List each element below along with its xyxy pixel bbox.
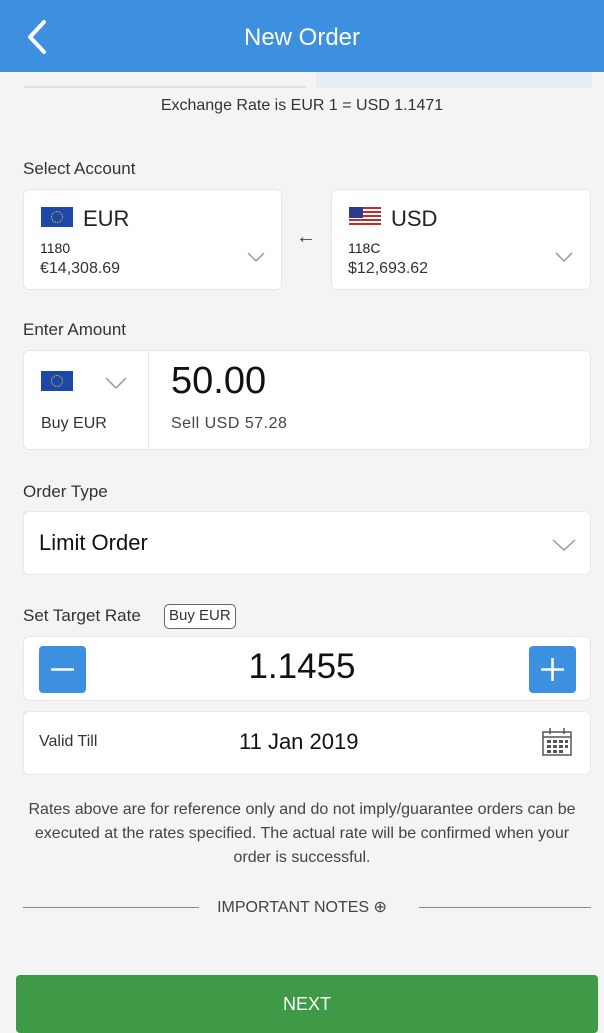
minus-icon [51,668,74,671]
to-account-balance: $12,693.62 [348,260,429,277]
valid-till-date[interactable]: 11 Jan 2019 [239,729,358,755]
calendar-icon[interactable] [541,727,573,762]
target-rate-value[interactable]: 1.1455 [148,647,456,687]
target-rate-badge[interactable]: Buy EUR [164,604,236,629]
sell-amount-text: Sell USD 57.28 [171,415,288,432]
disclaimer-text: Rates above are for reference only and d… [28,801,576,866]
to-currency: USD [391,206,438,231]
from-currency: EUR [83,206,130,231]
select-account-label: Select Account [23,159,136,178]
eu-flag-icon[interactable] [41,371,73,391]
page-title: New Order [243,24,361,51]
increase-rate-button[interactable] [529,646,576,693]
tab-strip-left [24,72,306,88]
expand-plus-icon[interactable]: ⊕ [374,899,387,916]
exchange-rate-text: Exchange Rate is EUR 1 = USD 1.1471 [160,97,444,114]
chevron-down-icon[interactable] [246,250,266,268]
app-header: New Order [0,0,604,72]
important-notes-toggle[interactable]: IMPORTANT NOTES ⊕ [0,897,604,917]
valid-till-label: Valid Till [39,733,98,750]
order-type-label: Order Type [23,482,108,501]
to-account-card[interactable]: USD 118C $12,693.62 [331,189,591,290]
from-account-card[interactable]: EUR 1180 €14,308.69 [23,189,282,290]
decrease-rate-button[interactable] [39,646,86,693]
to-account-number: 118C [348,240,381,256]
transfer-arrow-icon: ← [296,226,316,248]
chevron-down-icon[interactable] [551,538,577,557]
amount-card [23,350,591,450]
currency-chevron-down-icon[interactable] [104,376,128,395]
important-notes-label[interactable]: IMPORTANT NOTES [217,899,369,916]
amount-input[interactable]: 50.00 [171,360,266,403]
amount-divider [148,350,149,450]
next-button[interactable]: NEXT [16,975,598,1033]
tab-strip-right [316,72,592,88]
from-account-number: 1180 [40,240,71,256]
buy-currency-label: Buy EUR [41,415,107,432]
order-type-value: Limit Order [39,530,148,555]
target-rate-label: Set Target Rate [23,606,141,625]
enter-amount-label: Enter Amount [23,320,127,339]
from-account-balance: €14,308.69 [40,260,121,277]
chevron-down-icon[interactable] [554,250,574,268]
us-flag-icon [349,207,381,227]
plus-icon [541,658,564,681]
eu-flag-icon [41,207,73,227]
